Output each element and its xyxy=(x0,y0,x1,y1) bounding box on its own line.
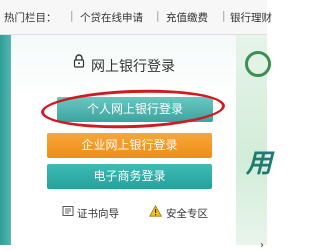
chevron-right-icon[interactable]: › xyxy=(260,240,264,251)
warning-icon xyxy=(149,205,162,217)
separator: | xyxy=(156,10,160,22)
cert-guide-link[interactable]: 证书向导 xyxy=(77,206,119,221)
topbar-link-loan[interactable]: 个贷在线申请 xyxy=(80,10,143,25)
security-zone-link[interactable]: 安全专区 xyxy=(166,206,208,221)
online-banking-login-panel: 网上银行登录 个人网上银行登录 企业网上银行登录 电子商务登录 证书向导 安全专… xyxy=(11,35,237,245)
topbar-link-wealth[interactable]: 银行理财 xyxy=(230,10,272,25)
lock-icon xyxy=(73,54,85,68)
login-title: 网上银行登录 xyxy=(91,59,175,75)
certificate-icon xyxy=(62,206,74,216)
circle-logo xyxy=(245,51,271,77)
separator: | xyxy=(222,10,226,22)
right-promo-panel: 用 › xyxy=(236,35,272,251)
corporate-banking-login-button[interactable]: 企业网上银行登录 xyxy=(47,133,212,158)
topbar-link-recharge[interactable]: 充值缴费 xyxy=(166,10,208,25)
red-highlight-ellipse xyxy=(40,86,226,132)
left-decorative-strip xyxy=(0,35,11,245)
separator: | xyxy=(70,10,74,22)
hot-topics-label: 热门栏目： xyxy=(4,12,57,24)
promo-text: 用 xyxy=(246,149,273,179)
ecommerce-login-button[interactable]: 电子商务登录 xyxy=(47,164,212,189)
hot-topics-bar: 热门栏目： | 个贷在线申请 | 充值缴费 | 银行理财 xyxy=(0,0,272,35)
